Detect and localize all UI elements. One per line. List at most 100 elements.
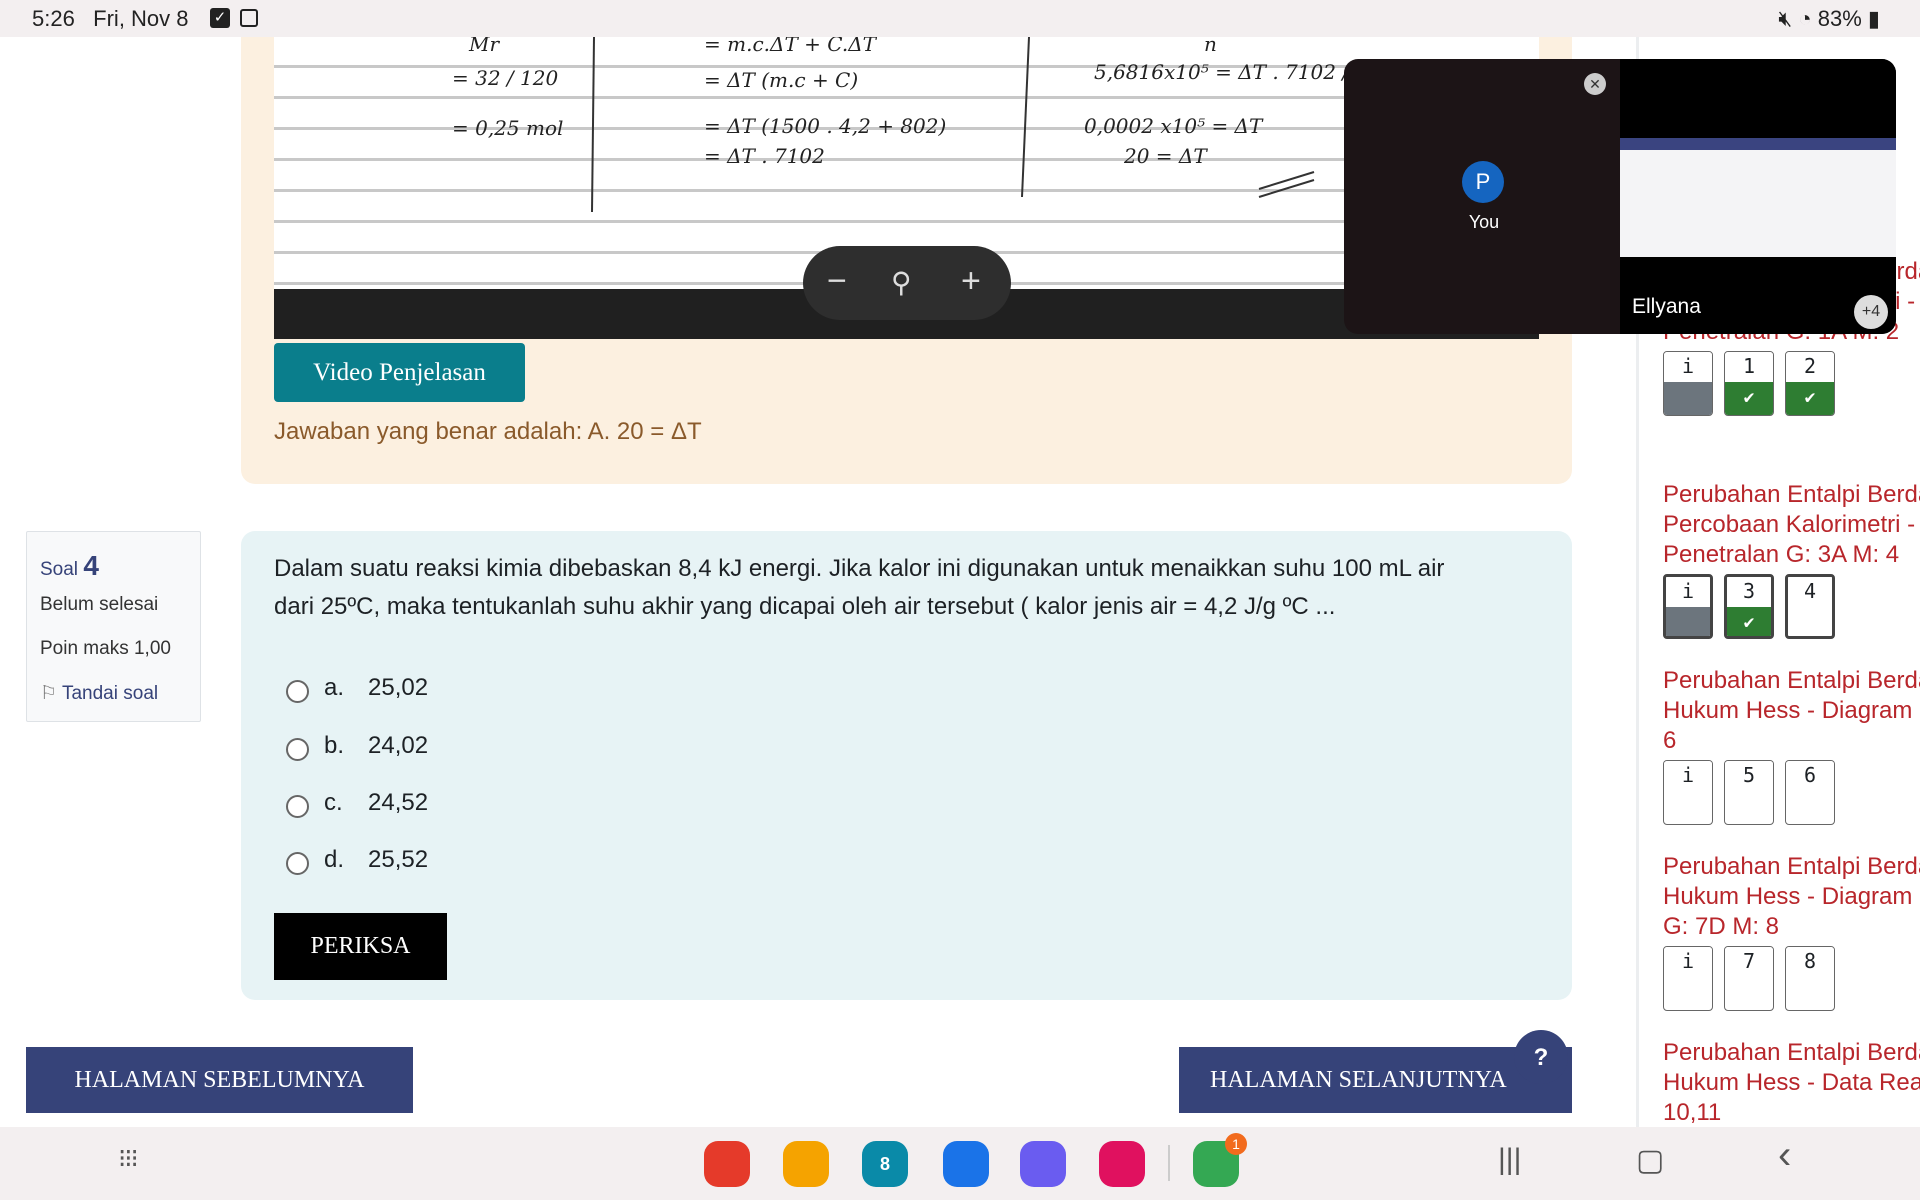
- remote-video[interactable]: Ellyana +4: [1620, 59, 1896, 334]
- taskbar: ⁝⁝⁝ 8 1 ||| ▢ ‹: [0, 1127, 1920, 1200]
- magnifier-icon[interactable]: ⚲: [891, 266, 912, 299]
- question-nav-button[interactable]: i: [1663, 946, 1713, 1011]
- battery-icon: ▮: [1861, 6, 1880, 31]
- hw-line: Mr: [468, 37, 500, 56]
- home-button[interactable]: ▢: [1636, 1143, 1664, 1178]
- hw-line: n: [1204, 37, 1217, 56]
- checkbox-icon: ✓: [210, 8, 230, 28]
- hw-line: = 0,25 mol: [452, 116, 563, 140]
- check-icon: ✔: [1786, 382, 1834, 415]
- question-points: Poin maks 1,00: [40, 638, 171, 659]
- shared-screen-thumbnail: [1620, 138, 1896, 257]
- status-fill: [1666, 607, 1710, 636]
- question-nav-label: 3: [1727, 577, 1771, 607]
- question-status: Belum selesai: [40, 594, 159, 615]
- hw-line: = ΔT (m.c + C): [704, 68, 858, 92]
- hw-line: = ΔT (1500 . 4,2 + 802): [704, 114, 946, 138]
- hw-line: 20 = ΔT: [1123, 144, 1208, 168]
- status-right: 🔇︎ ◔ 83% ▮: [1778, 6, 1880, 32]
- question-text: dari 25ºC, maka tentukanlah suhu akhir y…: [274, 593, 1336, 620]
- question-nav-button[interactable]: i: [1663, 351, 1713, 416]
- question-nav-label: 6: [1786, 761, 1834, 791]
- radio-button[interactable]: [286, 738, 309, 761]
- question-text: Dalam suatu reaksi kimia dibebaskan 8,4 …: [274, 555, 1445, 582]
- question-nav-button[interactable]: 3 ✔: [1724, 574, 1774, 639]
- avatar: P: [1462, 161, 1504, 203]
- section-title: Percobaan Kalorimetri -: [1663, 511, 1916, 538]
- status-fill: [1664, 382, 1712, 415]
- mic-muted-icon[interactable]: ✕: [1584, 73, 1606, 95]
- mute-icon: 🔇︎: [1778, 6, 1793, 31]
- zoom-in-button[interactable]: +: [961, 262, 981, 301]
- question-nav-label: 4: [1788, 577, 1832, 607]
- check-icon: ✔: [1725, 382, 1773, 415]
- question-nav-label: 1: [1725, 352, 1773, 382]
- messages-app-icon[interactable]: [943, 1141, 989, 1187]
- question-info-box: Soal 4 Belum selesai Poin maks 1,00 ⚐ Ta…: [26, 531, 201, 722]
- hw-line: = 32 / 120: [452, 66, 558, 90]
- question-nav-label: i: [1664, 352, 1712, 382]
- wifi-icon: ◔: [1798, 6, 1812, 31]
- tasks-app-icon[interactable]: [704, 1141, 750, 1187]
- screen-recorder-app-icon[interactable]: [1099, 1141, 1145, 1187]
- hw-line: 0,0002 x10⁵ = ΔT: [1084, 114, 1264, 138]
- hw-line: = m.c.ΔT + C.ΔT: [704, 37, 878, 56]
- section-title: Penetralan G: 3A M: 4: [1663, 541, 1900, 568]
- recents-button[interactable]: |||: [1498, 1143, 1521, 1177]
- section-title: Perubahan Entalpi Berdasarkan: [1663, 481, 1920, 508]
- files-app-icon[interactable]: [783, 1141, 829, 1187]
- question-nav-button[interactable]: 6: [1785, 760, 1835, 825]
- question-nav-label: i: [1664, 947, 1712, 977]
- check-icon: ✔: [1727, 607, 1771, 636]
- previous-page-button[interactable]: HALAMAN SEBELUMNYA: [26, 1047, 413, 1113]
- section-title: Hukum Hess - Diagram: [1663, 697, 1913, 724]
- back-button[interactable]: ‹: [1778, 1133, 1791, 1178]
- section-title: Perubahan Entalpi Berdasarkan: [1663, 667, 1920, 694]
- question-nav-button[interactable]: i: [1663, 574, 1713, 639]
- radio-button[interactable]: [286, 680, 309, 703]
- question-nav-label: i: [1664, 761, 1712, 791]
- calendar-app-icon[interactable]: 8: [862, 1141, 908, 1187]
- correct-answer-text: Jawaban yang benar adalah: A. 20 = ΔT: [274, 418, 702, 445]
- zoom-controls: − ⚲ +: [803, 246, 1011, 320]
- question-number: Soal 4: [40, 550, 99, 581]
- check-button[interactable]: PERIKSA: [274, 913, 447, 980]
- internet-app-icon[interactable]: [1020, 1141, 1066, 1187]
- section-title: 6: [1663, 727, 1677, 754]
- question-nav-button[interactable]: 2 ✔: [1785, 351, 1835, 416]
- video-call-overlay[interactable]: ✕ P You Ellyana +4: [1344, 59, 1896, 334]
- more-participants-badge[interactable]: +4: [1854, 295, 1888, 329]
- zoom-out-button[interactable]: −: [827, 262, 847, 301]
- question-nav-button[interactable]: 4: [1785, 574, 1835, 639]
- hw-line: = ΔT . 7102: [704, 144, 825, 168]
- question-nav-button[interactable]: 5: [1724, 760, 1774, 825]
- section-title: G: 7D M: 8: [1663, 913, 1780, 940]
- status-time: 5:26 Fri, Nov 8: [32, 6, 189, 31]
- question-nav-button[interactable]: i: [1663, 760, 1713, 825]
- section-title: Hukum Hess - Data Reaksi: [1663, 1069, 1920, 1096]
- self-label: You: [1468, 212, 1500, 232]
- section-title: Perubahan Entalpi Berdasarkan: [1663, 853, 1920, 880]
- question-nav-label: i: [1666, 577, 1710, 607]
- question-nav-button[interactable]: 1 ✔: [1724, 351, 1774, 416]
- divider: [1168, 1145, 1170, 1181]
- question-nav-button[interactable]: 8: [1785, 946, 1835, 1011]
- question-nav-label: 7: [1725, 947, 1773, 977]
- help-button[interactable]: ?: [1514, 1030, 1568, 1084]
- flag-icon: ⚐: [40, 683, 58, 704]
- radio-button[interactable]: [286, 852, 309, 875]
- status-bar: 5:26 Fri, Nov 8 ✓ 🔇︎ ◔ 83% ▮: [0, 0, 1920, 37]
- app-drawer-icon[interactable]: ⁝⁝⁝: [118, 1143, 139, 1174]
- video-explanation-button[interactable]: Video Penjelasan: [274, 343, 525, 402]
- flag-question-link[interactable]: ⚐ Tandai soal: [40, 682, 158, 705]
- section-title: Perubahan Entalpi Berdasarkan: [1663, 1039, 1920, 1066]
- question-nav-label: 5: [1725, 761, 1773, 791]
- radio-button[interactable]: [286, 795, 309, 818]
- notification-badge: 1: [1225, 1133, 1247, 1155]
- question-nav-button[interactable]: 7: [1724, 946, 1774, 1011]
- section-title: Hukum Hess - Diagram: [1663, 883, 1913, 910]
- screen-record-icon: [240, 9, 258, 27]
- question-nav-label: 2: [1786, 352, 1834, 382]
- section-title: 10,11: [1663, 1099, 1722, 1126]
- question-nav-label: 8: [1786, 947, 1834, 977]
